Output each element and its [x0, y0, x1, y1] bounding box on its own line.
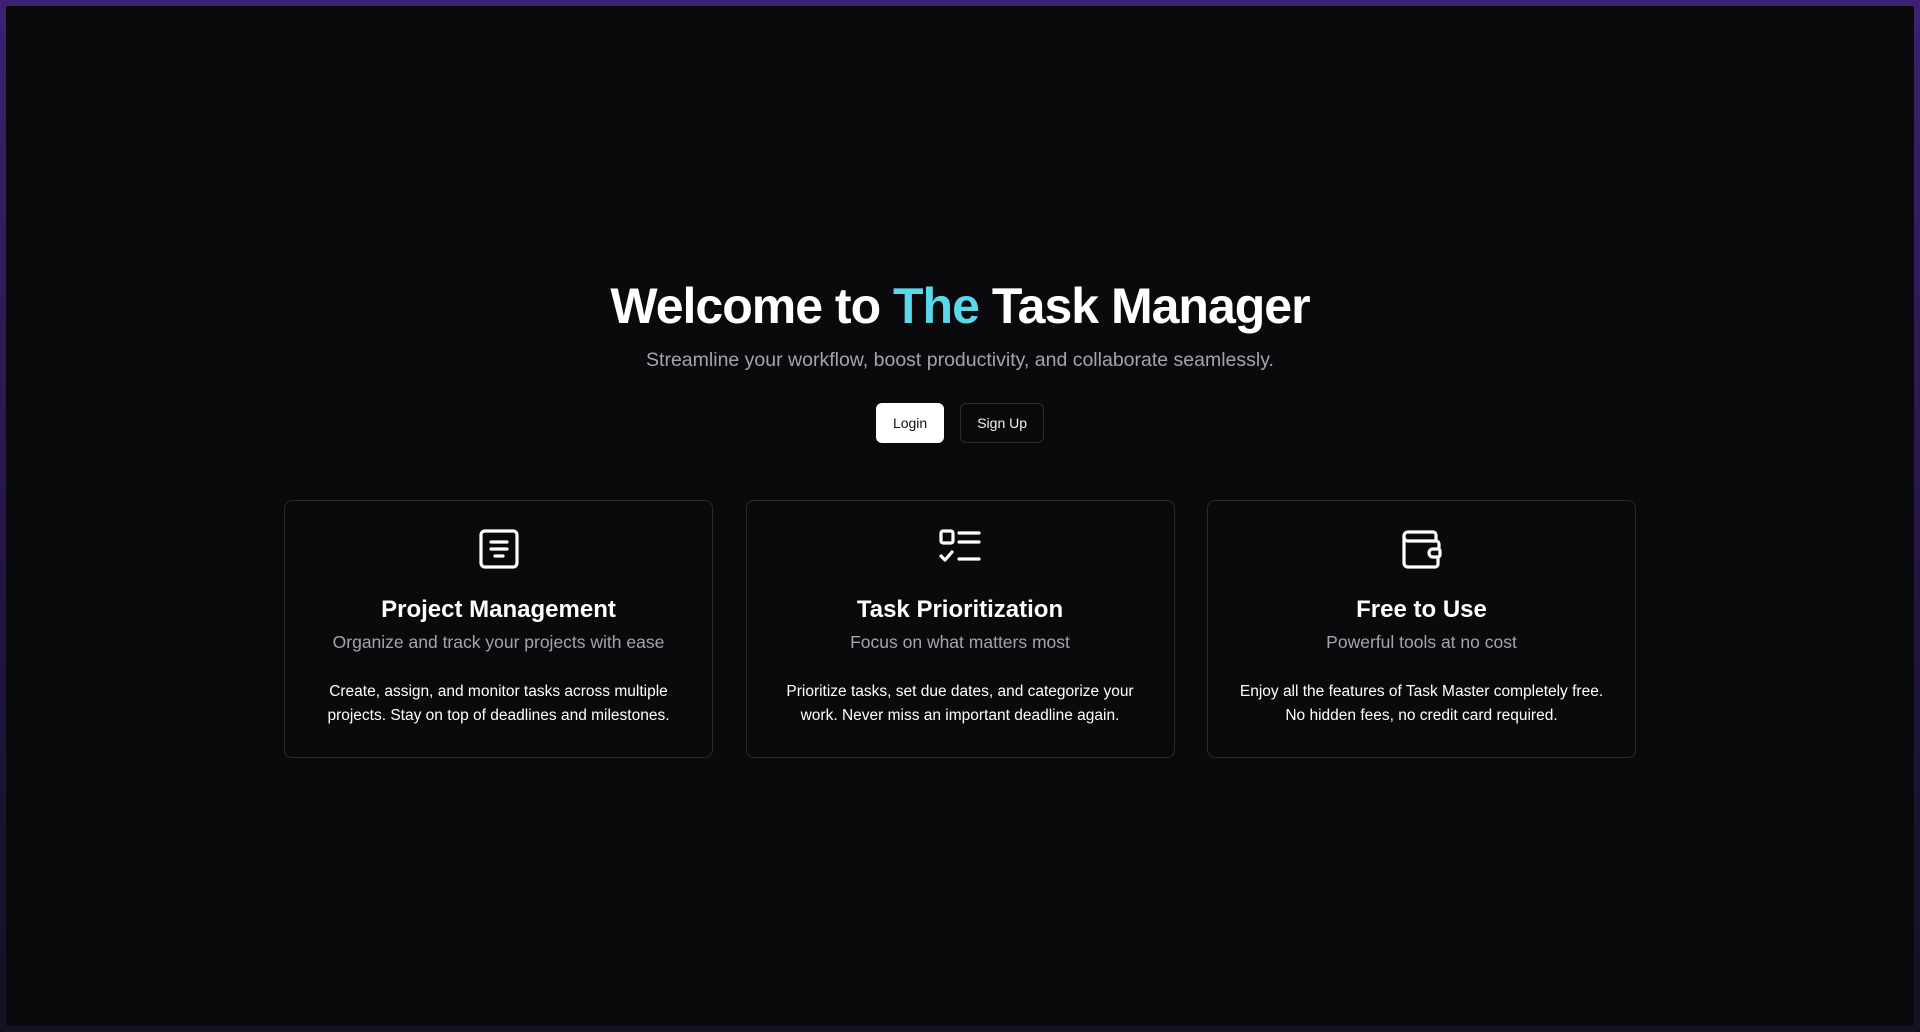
feature-subtitle: Focus on what matters most: [850, 632, 1070, 652]
wallet-icon: [1400, 527, 1444, 571]
hero-section: Welcome to The Task Manager Streamline y…: [6, 268, 1914, 443]
feature-description: Prioritize tasks, set due dates, and cat…: [786, 683, 1134, 724]
window-frame: Welcome to The Task Manager Streamline y…: [0, 0, 1920, 1032]
title-prefix: Welcome to: [610, 278, 894, 334]
feature-title: Task Prioritization: [856, 596, 1064, 623]
page-title: Welcome to The Task Manager: [6, 268, 1914, 344]
checklist-icon: [938, 527, 982, 571]
feature-title: Free to Use: [1356, 596, 1487, 623]
feature-card-project-management: Project Management Organize and track yo…: [284, 500, 713, 758]
title-accent: The: [893, 278, 980, 334]
feature-cards: Project Management Organize and track yo…: [284, 500, 1636, 758]
feature-card-free-to-use: Free to Use Powerful tools at no cost En…: [1207, 500, 1636, 758]
signup-button[interactable]: Sign Up: [960, 403, 1045, 443]
feature-subtitle: Powerful tools at no cost: [1326, 632, 1517, 652]
landing-page: Welcome to The Task Manager Streamline y…: [6, 6, 1914, 1026]
feature-title: Project Management: [381, 596, 616, 623]
hero-subtitle: Streamline your workflow, boost producti…: [646, 349, 1274, 371]
document-list-icon: [477, 527, 521, 571]
feature-subtitle: Organize and track your projects with ea…: [332, 632, 665, 652]
feature-card-task-prioritization: Task Prioritization Focus on what matter…: [745, 500, 1175, 758]
feature-description: Enjoy all the features of Task Master co…: [1239, 683, 1604, 724]
title-suffix: Task Manager: [978, 278, 1311, 334]
login-button[interactable]: Login: [875, 403, 945, 443]
feature-description: Create, assign, and monitor tasks across…: [327, 683, 670, 724]
auth-buttons: Login Sign Up: [6, 403, 1914, 443]
